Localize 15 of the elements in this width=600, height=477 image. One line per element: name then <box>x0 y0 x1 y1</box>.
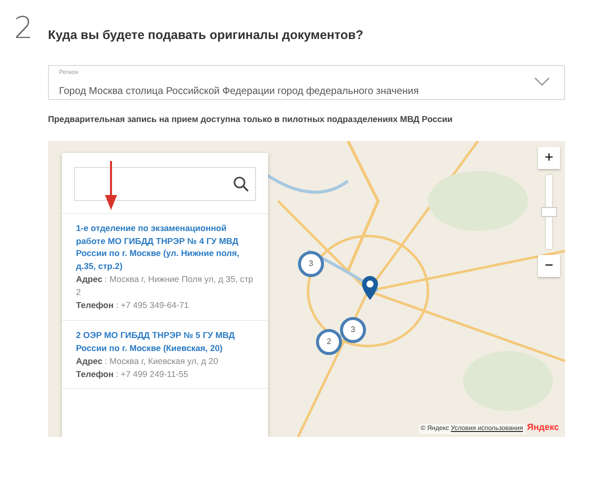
cluster-marker[interactable]: 3 <box>340 316 366 343</box>
step-title: Куда вы будете подавать оригиналы документов? <box>48 27 364 44</box>
step-number: 2 <box>14 14 34 45</box>
notice-text: Предварительная запись на прием доступна только в пилотных подразделениях МВД России <box>48 112 454 126</box>
zoom-out-button[interactable]: − <box>538 254 560 277</box>
office-phone: Телефон : +7 499 249-11-55 <box>76 368 190 380</box>
map-logo: Яндекс <box>526 421 559 434</box>
office-name-link[interactable]: 1-е отделение по экзаменационной работе МО ГИБДД ТНРЭР № 4 ГУ МВД России по г. Москве (ул. Нижние поля, д.35, стр.2) <box>76 222 254 274</box>
office-address: Адрес : Москва г, Киевская ул, д 20 <box>76 354 220 368</box>
office-name-link[interactable]: 2 ОЭР МО ГИБДД ТНРЭР № 5 ГУ МВД России по г. Москве (Киевская, 20) <box>76 328 254 355</box>
office-phone: Телефон : +7 495 349-64-71 <box>76 298 190 312</box>
cluster-marker[interactable]: 2 <box>316 328 342 355</box>
office-address: Адрес : Москва г, Нижние Поля ул, д 35, стр 2 <box>76 273 254 299</box>
cluster-marker[interactable]: 3 <box>298 250 324 277</box>
zoom-in-button[interactable]: + <box>538 146 560 169</box>
